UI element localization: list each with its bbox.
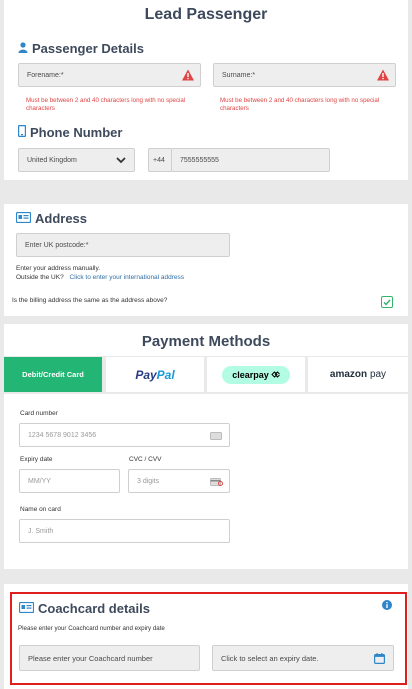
user-icon (18, 41, 28, 56)
name-on-card-input[interactable]: J. Smith (19, 519, 230, 543)
expiry-date-label: Expiry date (20, 456, 53, 463)
manual-address-link[interactable]: Enter your address manually. (16, 265, 100, 272)
info-icon[interactable] (382, 600, 392, 610)
cvc-label: CVC / CVV (129, 456, 162, 463)
international-address-link[interactable]: Click to enter your international addres… (70, 274, 185, 281)
coachcard-title: Coachcard details (38, 601, 150, 616)
cvc-placeholder: 3 digits (137, 477, 160, 485)
tab-amazon-pay[interactable]: amazon pay (308, 357, 408, 392)
expiry-placeholder: MM/YY (28, 477, 51, 485)
forename-error: Must be between 2 and 40 characters long… (26, 97, 186, 112)
coachcard-number-placeholder: Please enter your Coachcard number (28, 653, 153, 663)
tab-clearpay[interactable]: clearpay (207, 357, 305, 392)
coachcard-number-input[interactable]: Please enter your Coachcard number (19, 645, 200, 671)
phone-number-header: Phone Number (17, 124, 123, 140)
name-on-card-label: Name on card (20, 506, 61, 513)
address-header: Address (15, 211, 88, 226)
postcode-input[interactable]: Enter UK postcode:* (16, 233, 230, 257)
expiry-input[interactable]: MM/YY (19, 469, 120, 493)
country-select[interactable]: United Kingdom (18, 148, 135, 172)
dial-code: +44 (148, 148, 172, 172)
tab-card-label: Debit/Credit Card (22, 370, 84, 379)
phone-input[interactable]: 7555555555 (171, 148, 330, 172)
outside-uk-row: Outside the UK? Click to enter your inte… (16, 274, 184, 281)
card-icon (210, 432, 222, 440)
billing-same-checkbox[interactable] (381, 296, 393, 308)
tab-debit-credit-card[interactable]: Debit/Credit Card (4, 357, 102, 392)
phone-value: 7555555555 (180, 156, 219, 164)
card-number-input[interactable]: 1234 5678 9012 3456 (19, 423, 230, 447)
card-number-placeholder: 1234 5678 9012 3456 (28, 431, 97, 439)
coachcard-icon (18, 601, 35, 616)
coachcard-card: Coachcard details Please enter your Coac… (4, 584, 408, 689)
country-value: United Kingdom (27, 156, 77, 164)
card-number-label: Card number (20, 410, 58, 417)
surname-error: Must be between 2 and 40 characters long… (220, 97, 380, 112)
mobile-phone-icon (17, 124, 27, 140)
coachcard-expiry-placeholder: Click to select an expiry date. (221, 653, 319, 663)
card-form: Card number 1234 5678 9012 3456 Expiry d… (4, 394, 408, 569)
outside-uk-label: Outside the UK? (16, 274, 64, 281)
postcode-placeholder: Enter UK postcode:* (25, 241, 89, 249)
amazon-pay-logo: amazon pay (329, 369, 387, 380)
checkmark-icon (383, 299, 391, 306)
passenger-details-title: Passenger Details (32, 41, 145, 56)
tab-paypal[interactable]: PayPal (106, 357, 204, 392)
cvc-card-icon (210, 478, 223, 486)
payment-header-card: Payment Methods (4, 324, 408, 356)
name-on-card-placeholder: J. Smith (28, 527, 54, 535)
clearpay-logo: clearpay (222, 365, 290, 384)
cvc-input[interactable]: 3 digits (128, 469, 230, 493)
chevron-down-icon (116, 157, 126, 164)
address-card: Address Enter UK postcode:* Enter your a… (4, 204, 408, 316)
payment-methods-title: Payment Methods (141, 333, 271, 350)
address-title: Address (35, 211, 88, 226)
forename-field[interactable]: Forename:* (18, 63, 201, 87)
coachcard-header: Coachcard details (18, 601, 150, 616)
warning-icon (182, 69, 194, 81)
coachcard-instructions: Please enter your Coachcard number and e… (18, 625, 165, 632)
lead-passenger-card: Lead Passenger Passenger Details Forenam… (4, 0, 408, 180)
lead-passenger-title: Lead Passenger (144, 6, 268, 23)
address-card-icon (15, 211, 32, 226)
surname-field[interactable]: Surname:* (213, 63, 396, 87)
dial-code-value: +44 (153, 156, 165, 164)
billing-question: Is the billing address the same as the a… (12, 297, 168, 304)
phone-number-title: Phone Number (30, 125, 123, 140)
calendar-icon[interactable] (374, 653, 385, 664)
paypal-logo: PayPal (135, 367, 175, 382)
coachcard-expiry-input[interactable]: Click to select an expiry date. (212, 645, 394, 671)
forename-placeholder: Forename:* (27, 71, 64, 79)
surname-placeholder: Surname:* (222, 71, 256, 79)
passenger-details-header: Passenger Details (18, 41, 144, 56)
warning-icon (377, 69, 389, 81)
